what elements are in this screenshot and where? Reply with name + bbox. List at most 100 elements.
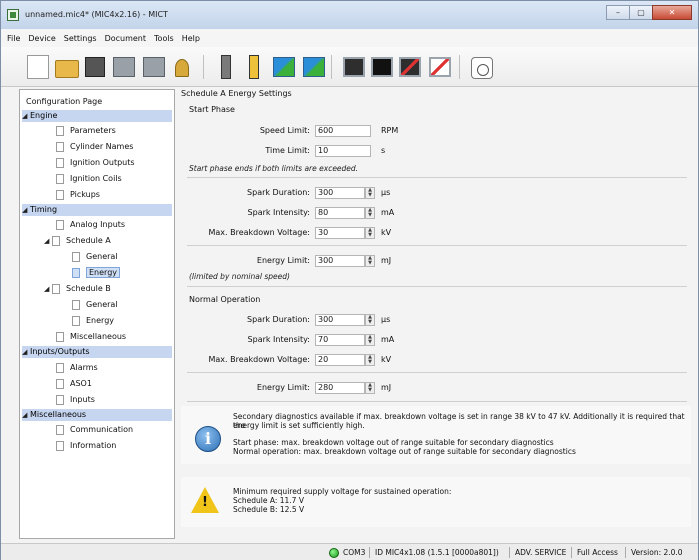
tree-item-ignition-coils[interactable]: Ignition Coils — [56, 173, 122, 185]
close-button[interactable]: ✕ — [652, 5, 692, 20]
spark-duration-spinner[interactable]: ▲ ▼ — [365, 187, 375, 199]
tree-item-pickups[interactable]: Pickups — [56, 189, 100, 201]
spark-intensity-input[interactable]: 80 — [315, 207, 365, 219]
normal-breakdown-voltage-spinner[interactable]: ▲ ▼ — [365, 354, 375, 366]
chip-gray-icon[interactable] — [221, 55, 231, 79]
breakdown-voltage-label: Max. Breakdown Voltage: — [208, 228, 310, 237]
page-icon — [56, 424, 64, 435]
tree-item-ignition-outputs[interactable]: Ignition Outputs — [56, 157, 135, 169]
device-network-icon[interactable] — [143, 57, 165, 77]
tree-item-schedule-b-energy[interactable]: Energy — [72, 315, 114, 327]
time-limit-input[interactable]: 10 — [315, 145, 371, 157]
window-title: unnamed.mic4* (MIC4x2.16) - MICT — [25, 10, 168, 19]
spark-duration-input[interactable]: 300 — [315, 187, 365, 199]
menu-bar: File Device Settings Document Tools Help — [1, 29, 698, 47]
speed-limit-label: Speed Limit: — [259, 126, 310, 135]
tree-item-label: Communication — [70, 425, 134, 434]
collapse-icon: ◢ — [22, 411, 28, 419]
tree-item-schedule-b-general[interactable]: General — [72, 299, 118, 311]
tree-item-schedule-b[interactable]: ◢ Schedule B — [44, 283, 111, 295]
tree-group-engine[interactable]: ◢ Engine — [22, 110, 172, 122]
normal-breakdown-voltage-input[interactable]: 20 — [315, 354, 365, 366]
download-arrows-icon[interactable] — [303, 57, 325, 77]
time-limit-unit: s — [381, 146, 386, 155]
graph-dark-icon[interactable] — [399, 57, 421, 77]
energy-limit-note: (limited by nominal speed) — [189, 272, 290, 281]
normal-spark-intensity-unit: mA — [381, 335, 395, 344]
toolbar-separator — [203, 55, 204, 79]
page-icon — [56, 189, 64, 200]
menu-device[interactable]: Device — [28, 34, 55, 43]
info-line-2: energy limit is set sufficiently high. — [233, 421, 365, 430]
tree-item-label: Ignition Outputs — [70, 158, 135, 167]
page-icon — [56, 378, 64, 389]
tree-item-label: Pickups — [70, 190, 100, 199]
info-line-4: Normal operation: max. breakdown voltage… — [233, 447, 576, 456]
toolbar — [1, 47, 698, 87]
new-document-icon[interactable] — [27, 55, 49, 79]
tree-group-label: Inputs/Outputs — [30, 347, 90, 356]
normal-spark-intensity-spinner[interactable]: ▲ ▼ — [365, 334, 375, 346]
status-version: Version: 2.0.0 — [631, 548, 683, 557]
energy-limit-input[interactable]: 300 — [315, 255, 365, 267]
status-port: COM3 — [343, 548, 366, 557]
speed-limit-unit: RPM — [381, 126, 399, 135]
tree-item-label: Inputs — [70, 395, 95, 404]
page-icon — [56, 440, 64, 451]
menu-document[interactable]: Document — [105, 34, 146, 43]
breakdown-voltage-unit: kV — [381, 228, 392, 237]
normal-spark-intensity-input[interactable]: 70 — [315, 334, 365, 346]
tree-group-miscellaneous[interactable]: ◢ Miscellaneous — [22, 409, 172, 421]
collapse-icon: ◢ — [22, 206, 28, 214]
spark-intensity-spinner[interactable]: ▲ ▼ — [365, 207, 375, 219]
minimize-button[interactable]: – — [606, 5, 630, 20]
screen-icon[interactable] — [343, 57, 365, 77]
page-heading: Schedule A Energy Settings — [181, 89, 292, 98]
open-folder-icon[interactable] — [55, 60, 79, 78]
tree-item-alarms[interactable]: Alarms — [56, 362, 98, 374]
maximize-button[interactable]: ▢ — [629, 5, 653, 20]
graph-white-icon[interactable] — [429, 57, 451, 77]
menu-tools[interactable]: Tools — [154, 34, 174, 43]
chip-yellow-icon[interactable] — [249, 55, 259, 79]
clock-icon[interactable] — [471, 57, 493, 79]
tree-title: Configuration Page — [26, 97, 103, 106]
tree-item-schedule-a-energy[interactable]: Energy — [72, 267, 121, 279]
page-icon — [56, 125, 64, 136]
normal-energy-limit-unit: mJ — [381, 383, 392, 392]
key-icon[interactable] — [175, 59, 189, 77]
tree-item-parameters[interactable]: Parameters — [56, 125, 116, 137]
tree-item-information[interactable]: Information — [56, 440, 116, 452]
menu-settings[interactable]: Settings — [64, 34, 97, 43]
tree-group-label: Engine — [30, 111, 58, 120]
normal-spark-duration-input[interactable]: 300 — [315, 314, 365, 326]
tree-item-communication[interactable]: Communication — [56, 424, 133, 436]
menu-file[interactable]: File — [7, 34, 20, 43]
folder-page-icon — [52, 283, 60, 294]
status-service: ADV. SERVICE — [515, 548, 567, 557]
menu-help[interactable]: Help — [182, 34, 200, 43]
tree-group-label: Miscellaneous — [30, 410, 87, 419]
time-limit-label: Time Limit: — [265, 146, 310, 155]
tree-item-inputs[interactable]: Inputs — [56, 394, 95, 406]
divider — [187, 401, 687, 402]
monitor-icon[interactable] — [371, 57, 393, 77]
save-icon[interactable] — [85, 57, 105, 77]
normal-energy-limit-input[interactable]: 280 — [315, 382, 365, 394]
speed-limit-input[interactable]: 600 — [315, 125, 371, 137]
breakdown-voltage-spinner[interactable]: ▲ ▼ — [365, 227, 375, 239]
tree-item-schedule-a[interactable]: ◢ Schedule A — [44, 235, 111, 247]
page-icon — [72, 315, 80, 326]
tree-item-aso1[interactable]: ASO1 — [56, 378, 92, 390]
title-bar: unnamed.mic4* (MIC4x2.16) - MICT – ▢ ✕ — [1, 1, 698, 29]
normal-energy-limit-spinner[interactable]: ▲ ▼ — [365, 382, 375, 394]
normal-spark-duration-spinner[interactable]: ▲ ▼ — [365, 314, 375, 326]
upload-arrows-icon[interactable] — [273, 57, 295, 77]
page-icon — [56, 394, 64, 405]
breakdown-voltage-input[interactable]: 30 — [315, 227, 365, 239]
app-icon — [7, 9, 19, 21]
energy-limit-spinner[interactable]: ▲ ▼ — [365, 255, 375, 267]
page-icon — [56, 157, 64, 168]
device-icon[interactable] — [113, 57, 135, 77]
divider — [187, 245, 687, 246]
